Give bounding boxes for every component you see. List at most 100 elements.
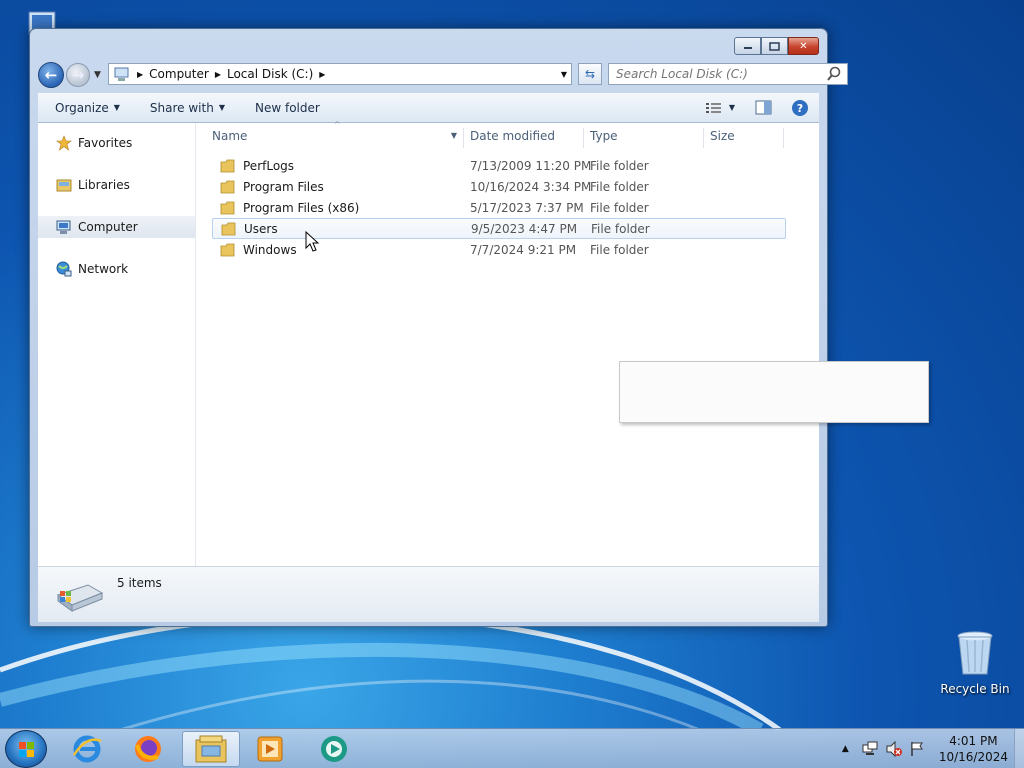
- preview-pane-icon[interactable]: [755, 100, 773, 116]
- back-arrow-icon: ←: [44, 66, 58, 84]
- organize-button[interactable]: Organize ▼: [55, 101, 120, 115]
- action-center-flag-icon[interactable]: [909, 740, 925, 758]
- start-button[interactable]: [5, 730, 47, 768]
- breadcrumb-chevron-icon[interactable]: ▶: [319, 70, 325, 79]
- new-folder-button[interactable]: New folder: [255, 101, 320, 115]
- organize-label: Organize: [55, 100, 109, 115]
- taskbar-internet-explorer[interactable]: [58, 731, 116, 767]
- nav-item-network[interactable]: Network: [38, 258, 195, 280]
- share-with-button[interactable]: Share with ▼: [150, 101, 225, 115]
- refresh-icon: ⇆: [584, 67, 596, 81]
- breadcrumb-chevron-icon[interactable]: ▶: [215, 70, 221, 79]
- column-label-name: Name: [212, 129, 248, 143]
- column-header-date-modified[interactable]: Date modified: [464, 128, 584, 148]
- view-options-dropdown-icon[interactable]: ▼: [729, 103, 735, 112]
- file-row[interactable]: Windows 7/7/2024 9:21 PM File folder: [212, 239, 786, 260]
- internet-explorer-icon: [72, 735, 102, 763]
- file-name: PerfLogs: [243, 158, 295, 173]
- file-type: File folder: [590, 200, 649, 215]
- media-player-icon: [257, 736, 283, 762]
- caption-buttons: ✕: [734, 37, 819, 55]
- file-date: 7/7/2024 9:21 PM: [470, 242, 577, 257]
- file-row[interactable]: PerfLogs 7/13/2009 11:20 PM File folder: [212, 155, 786, 176]
- details-pane: 5 items: [38, 566, 819, 622]
- libraries-icon: [56, 179, 72, 192]
- clock-time: 4:01 PM: [949, 734, 998, 748]
- file-name: Users: [244, 221, 278, 236]
- breadcrumb-local-disk[interactable]: Local Disk (C:): [227, 67, 313, 81]
- navigation-bar: ← → ▼ ▶ Computer ▶ Local Disk (C:) ▶ ▼ ⇆: [38, 61, 848, 89]
- desktop-icon-recycle-bin[interactable]: Recycle Bin: [936, 630, 1014, 696]
- column-header-size[interactable]: Size: [704, 128, 784, 148]
- network-status-icon[interactable]: [861, 740, 879, 758]
- forward-button[interactable]: →: [66, 63, 90, 87]
- share-with-label: Share with: [149, 100, 214, 115]
- taskbar-firefox[interactable]: [119, 731, 177, 767]
- nav-item-libraries[interactable]: Libraries: [38, 174, 195, 196]
- star-icon: [56, 135, 72, 151]
- navigation-pane: Favorites Libraries Computer Network: [38, 123, 196, 566]
- volume-muted-icon[interactable]: [885, 740, 903, 758]
- file-date: 5/17/2023 7:37 PM: [470, 200, 584, 215]
- close-button[interactable]: ✕: [788, 37, 819, 55]
- column-label-date-modified: Date modified: [470, 129, 556, 143]
- search-icon: [827, 66, 841, 81]
- back-button[interactable]: ←: [38, 62, 64, 88]
- search-box[interactable]: [608, 63, 848, 85]
- nav-label-favorites: Favorites: [78, 136, 133, 150]
- windows-explorer-icon: [195, 735, 227, 763]
- recycle-bin-label: Recycle Bin: [940, 682, 1010, 696]
- file-name: Program Files (x86): [243, 200, 360, 215]
- mouse-cursor-icon: [305, 231, 320, 252]
- command-bar: Organize ▼ Share with ▼ New folder ▼ ?: [38, 93, 819, 123]
- refresh-button[interactable]: ⇆: [578, 63, 602, 85]
- file-row[interactable]: Program Files 10/16/2024 3:34 PM File fo…: [212, 176, 786, 197]
- file-row[interactable]: Program Files (x86) 5/17/2023 7:37 PM Fi…: [212, 197, 786, 218]
- content-area: Favorites Libraries Computer Network ^ N…: [38, 120, 929, 566]
- clock[interactable]: 4:01 PM 10/16/2024: [939, 733, 1008, 765]
- maximize-button[interactable]: [761, 37, 788, 55]
- folder-icon: [221, 222, 236, 235]
- taskbar-windows-explorer[interactable]: [182, 731, 240, 767]
- taskbar: ▲ 4:01 PM 10/16/2024: [0, 728, 1024, 768]
- network-icon: [56, 261, 72, 277]
- search-input[interactable]: [616, 67, 816, 81]
- show-desktop-button[interactable]: [1014, 729, 1024, 768]
- computer-icon: [56, 220, 71, 234]
- windows-logo-icon: [19, 742, 34, 757]
- minimize-button[interactable]: [734, 37, 761, 55]
- address-dropdown-icon[interactable]: ▼: [561, 70, 567, 79]
- address-bar[interactable]: ▶ Computer ▶ Local Disk (C:) ▶ ▼: [108, 63, 572, 85]
- show-hidden-icons-icon[interactable]: ▲: [842, 744, 849, 754]
- column-label-type: Type: [590, 129, 618, 143]
- nav-item-computer[interactable]: Computer: [38, 216, 195, 238]
- nav-label-computer: Computer: [78, 220, 138, 234]
- column-label-size: Size: [710, 129, 735, 143]
- taskbar-media-player[interactable]: [241, 731, 299, 767]
- explorer-window: ✕ ← → ▼ ▶ Computer ▶ Local Disk (C:) ▶ ▼…: [29, 28, 929, 627]
- fading-tooltip: [619, 361, 929, 423]
- breadcrumb-computer[interactable]: Computer: [149, 67, 209, 81]
- firefox-icon: [135, 736, 161, 762]
- file-type: File folder: [591, 221, 650, 236]
- recycle-bin-icon: [957, 631, 993, 675]
- chevron-down-icon: ▼: [113, 103, 120, 112]
- folder-icon: [220, 159, 235, 172]
- file-type: File folder: [590, 242, 649, 257]
- app-icon: [321, 736, 347, 762]
- help-icon[interactable]: ?: [791, 99, 809, 117]
- column-header-type[interactable]: Type: [584, 128, 704, 148]
- column-dropdown-icon[interactable]: ▼: [451, 128, 457, 144]
- file-row[interactable]: Users 9/5/2023 4:47 PM File folder: [212, 218, 786, 239]
- breadcrumb-chevron-icon[interactable]: ▶: [137, 70, 143, 79]
- taskbar-app[interactable]: [305, 731, 363, 767]
- change-view-icon[interactable]: [705, 101, 723, 115]
- folder-icon: [220, 180, 235, 193]
- file-date: 7/13/2009 11:20 PM: [470, 158, 592, 173]
- minimize-icon: [743, 47, 752, 49]
- nav-item-favorites[interactable]: Favorites: [38, 132, 195, 154]
- recent-pages-dropdown[interactable]: ▼: [94, 70, 101, 80]
- file-name: Program Files: [243, 179, 324, 194]
- column-header-name[interactable]: Name ▼: [206, 128, 464, 148]
- nav-label-network: Network: [78, 262, 129, 276]
